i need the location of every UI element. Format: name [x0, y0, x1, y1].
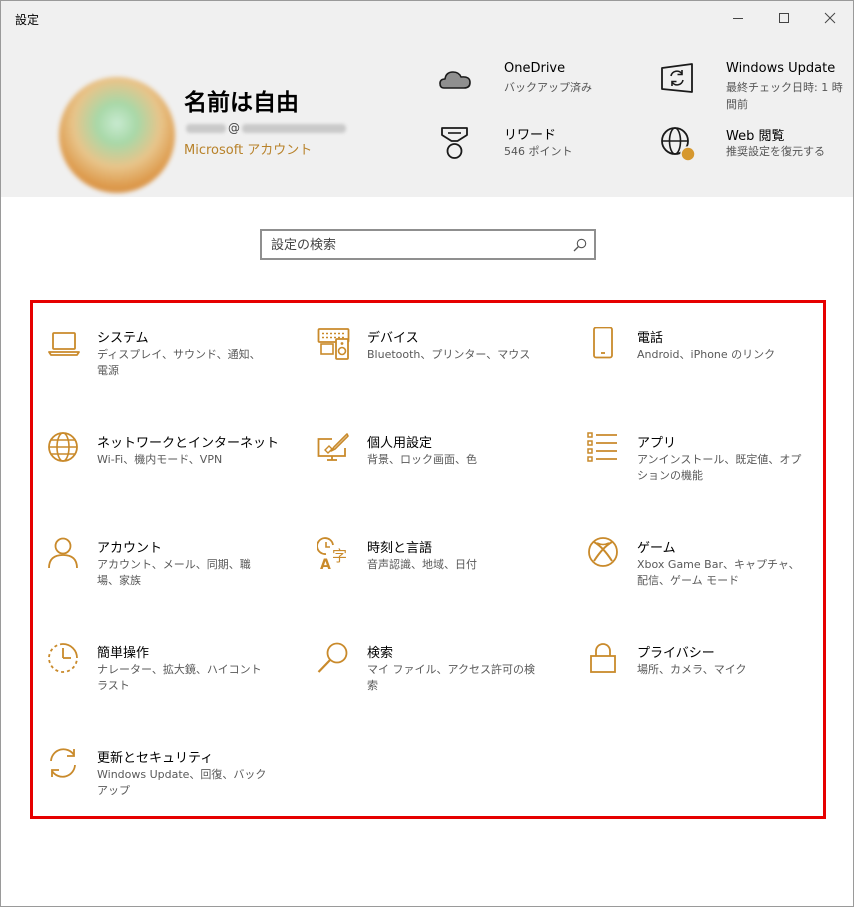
category-desc: アンインストール、既定値、オプションの機能: [637, 453, 802, 482]
rewards-title: リワード: [504, 128, 557, 143]
globe-badge-icon: [661, 127, 695, 161]
category-system[interactable]: システム ディスプレイ、サウンド、通知、電源: [47, 327, 287, 417]
category-name: アカウント: [97, 541, 163, 556]
settings-window: 設定 名前は自由 @ Microsoft アカウント OneDrive バックア…: [0, 0, 854, 907]
web-browsing-restore: 推奨設定を復元する: [726, 145, 825, 158]
ease-of-access-icon: [48, 643, 78, 673]
avatar[interactable]: [59, 77, 175, 193]
close-button[interactable]: [807, 1, 853, 35]
globe-icon: [48, 432, 78, 462]
category-name: 電話: [637, 331, 664, 346]
category-desc: アカウント、メール、同期、職場、家族: [97, 558, 251, 587]
minimize-icon: [733, 18, 743, 19]
category-apps[interactable]: アプリ アンインストール、既定値、オプションの機能: [587, 432, 827, 522]
category-desc: Android、iPhone のリンク: [637, 348, 776, 361]
settings-search[interactable]: [260, 229, 596, 260]
svg-text:字: 字: [332, 547, 347, 565]
category-name: 個人用設定: [367, 436, 433, 451]
window-title: 設定: [15, 13, 40, 27]
category-desc: 音声認識、地域、日付: [367, 558, 477, 571]
close-icon: [824, 12, 836, 24]
rewards-points: 546 ポイント: [504, 145, 573, 158]
category-desc: ナレーター、拡大鏡、ハイコントラスト: [97, 663, 262, 692]
title-bar: 設定: [1, 1, 853, 35]
maximize-icon: [779, 13, 789, 23]
category-name: システム: [97, 331, 149, 346]
category-search[interactable]: 検索 マイ ファイル、アクセス許可の検索: [317, 642, 557, 732]
category-phone[interactable]: 電話 Android、iPhone のリンク: [587, 327, 827, 417]
category-desc: Xbox Game Bar、キャプチャ、配信、ゲーム モード: [637, 558, 800, 587]
onedrive-item[interactable]: OneDrive バックアップ済み: [437, 61, 637, 111]
minimize-button[interactable]: [715, 1, 761, 35]
category-name: デバイス: [367, 331, 419, 346]
paintbrush-display-icon: [317, 433, 349, 461]
windows-update-last-check: 最終チェック日時: 1 時間前: [726, 81, 843, 111]
category-accounts[interactable]: アカウント アカウント、メール、同期、職場、家族: [47, 537, 287, 627]
category-name: 簡単操作: [97, 646, 150, 661]
user-name: 名前は自由: [184, 90, 299, 116]
category-update-security[interactable]: 更新とセキュリティ Windows Update、回復、バックアップ: [47, 747, 287, 837]
account-header: 名前は自由 @ Microsoft アカウント OneDrive バックアップ済…: [1, 35, 853, 197]
category-name: アプリ: [637, 436, 677, 451]
onedrive-status: バックアップ済み: [504, 81, 592, 94]
email-local-redacted: [186, 123, 226, 133]
apps-list-icon: [587, 432, 617, 462]
lock-icon: [590, 643, 616, 673]
magnifier-icon: [317, 642, 348, 673]
search-input[interactable]: [271, 235, 561, 255]
category-desc: 場所、カメラ、マイク: [637, 663, 747, 676]
category-privacy[interactable]: プライバシー 場所、カメラ、マイク: [587, 642, 827, 732]
microsoft-account-link[interactable]: Microsoft アカウント: [184, 139, 312, 158]
category-desc: Bluetooth、プリンター、マウス: [367, 348, 531, 361]
category-personalization[interactable]: 個人用設定 背景、ロック画面、色: [317, 432, 557, 522]
keyboard-speaker-icon: [317, 328, 350, 360]
web-browsing-item[interactable]: Web 閲覧 推奨設定を復元する: [659, 125, 845, 175]
sync-icon: [50, 748, 76, 778]
category-desc: Wi-Fi、機内モード、VPN: [97, 453, 223, 466]
svg-text:A: A: [320, 557, 331, 571]
windows-update-title: Windows Update: [726, 61, 836, 76]
category-desc: ディスプレイ、サウンド、通知、電源: [97, 348, 261, 377]
medal-icon: [441, 127, 468, 159]
category-network[interactable]: ネットワークとインターネット Wi-Fi、機内モード、VPN: [47, 432, 287, 522]
phone-icon: [593, 327, 613, 359]
user-email: @: [186, 121, 346, 135]
maximize-button[interactable]: [761, 1, 807, 35]
windows-update-item[interactable]: Windows Update 最終チェック日時: 1 時間前: [659, 61, 845, 117]
category-name: プライバシー: [637, 646, 715, 661]
category-devices[interactable]: デバイス Bluetooth、プリンター、マウス: [317, 327, 557, 417]
category-ease-of-access[interactable]: 簡単操作 ナレーター、拡大鏡、ハイコントラスト: [47, 642, 287, 732]
category-gaming[interactable]: ゲーム Xbox Game Bar、キャプチャ、配信、ゲーム モード: [587, 537, 827, 627]
search-icon[interactable]: [572, 237, 588, 253]
rewards-item[interactable]: リワード 546 ポイント: [437, 124, 637, 174]
email-domain-redacted: [242, 123, 346, 133]
category-desc: Windows Update、回復、バックアップ: [97, 768, 267, 797]
category-name: ゲーム: [637, 541, 676, 556]
category-name: ネットワークとインターネット: [97, 436, 280, 451]
laptop-icon: [48, 332, 80, 356]
windows-update-icon: [661, 63, 693, 93]
onedrive-title: OneDrive: [504, 61, 566, 76]
category-name: 更新とセキュリティ: [97, 751, 214, 766]
cloud-icon: [439, 71, 471, 89]
xbox-icon: [588, 537, 618, 567]
category-name: 検索: [367, 646, 394, 661]
category-time-language[interactable]: A 字 時刻と言語 音声認識、地域、日付: [317, 537, 557, 627]
category-desc: マイ ファイル、アクセス許可の検索: [367, 663, 535, 692]
category-name: 時刻と言語: [367, 541, 433, 556]
time-language-icon: A 字: [317, 537, 347, 571]
category-desc: 背景、ロック画面、色: [367, 453, 477, 466]
email-at-sign: @: [228, 121, 240, 135]
web-browsing-title: Web 閲覧: [726, 129, 785, 144]
person-icon: [48, 537, 78, 569]
